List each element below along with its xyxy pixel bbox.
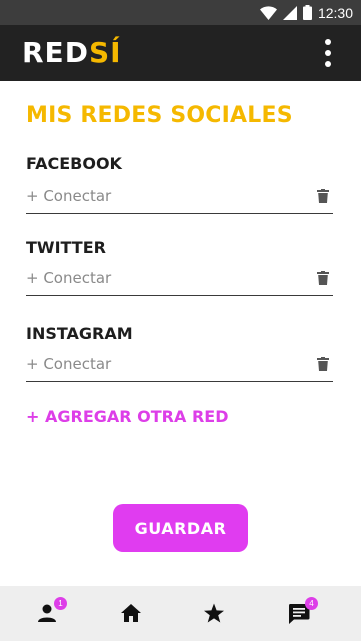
signal-icon: [282, 5, 297, 20]
status-icons: 12:30: [259, 3, 353, 22]
battery-icon: [302, 5, 312, 20]
logo-part-si: SÍ: [88, 36, 122, 69]
nav-favorites[interactable]: [203, 603, 227, 625]
app-logo: REDSÍ: [22, 37, 122, 69]
trash-icon[interactable]: [317, 357, 329, 371]
status-time: 12:30: [317, 4, 353, 21]
star-icon: [204, 603, 224, 623]
facebook-connect-input[interactable]: [26, 181, 306, 211]
notification-badge: 1: [54, 597, 67, 610]
page-title: MIS REDES SOCIALES: [26, 103, 293, 128]
logo-part-red: RED: [22, 36, 89, 69]
network-label: FACEBOOK: [26, 154, 122, 173]
network-field-row: [26, 349, 333, 382]
more-dot: [325, 50, 331, 56]
network-label: TWITTER: [26, 238, 106, 257]
twitter-connect-input[interactable]: [26, 263, 306, 293]
more-vert-icon[interactable]: [323, 39, 333, 67]
network-field-row: [26, 263, 333, 296]
nav-messages[interactable]: 4: [288, 597, 318, 625]
status-bar: 12:30: [0, 0, 361, 25]
notification-badge: 4: [305, 597, 318, 610]
network-twitter: TWITTER: [26, 237, 333, 296]
add-network-link[interactable]: + AGREGAR OTRA RED: [26, 407, 228, 426]
save-button[interactable]: GUARDAR: [113, 504, 248, 552]
more-dot: [325, 61, 331, 67]
trash-icon[interactable]: [317, 271, 329, 285]
network-label: INSTAGRAM: [26, 324, 133, 343]
wifi-icon: [259, 5, 277, 20]
network-field-row: [26, 181, 333, 214]
network-facebook: FACEBOOK: [26, 153, 333, 214]
nav-home[interactable]: [120, 603, 144, 625]
app-bar: REDSÍ: [0, 25, 361, 81]
network-instagram: INSTAGRAM: [26, 323, 333, 382]
instagram-connect-input[interactable]: [26, 349, 306, 379]
more-dot: [325, 39, 331, 45]
main-content: MIS REDES SOCIALES FACEBOOK TWITTER INST…: [0, 81, 361, 586]
bottom-nav: 1 4: [0, 586, 361, 641]
trash-icon[interactable]: [317, 189, 329, 203]
nav-profile[interactable]: 1: [37, 597, 67, 625]
home-icon: [121, 604, 141, 622]
